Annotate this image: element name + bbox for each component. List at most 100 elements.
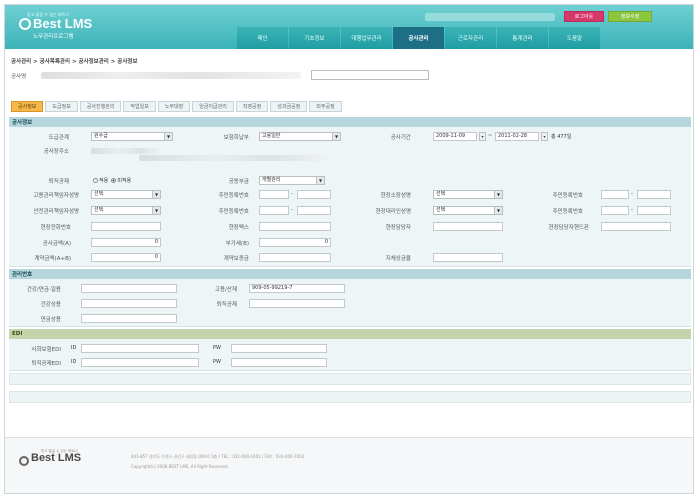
safe-mgr-rrn-front[interactable] xyxy=(259,206,289,215)
safe-mgr-rrn-back[interactable] xyxy=(297,206,331,215)
tab-daily-report[interactable]: 작업일보 xyxy=(123,101,156,112)
footer: 믿고 맡길 수 있는 파트너 Best LMS 441-857 경기도 수원시 … xyxy=(5,437,693,493)
section-header-mgmt: 관리번호 xyxy=(9,269,691,279)
emp-mgr-rrn-label: 주민등록번호 xyxy=(218,193,249,199)
chevron-down-icon: ▼ xyxy=(316,177,324,184)
rrn-sep: - xyxy=(631,207,633,213)
social-edi-id-label: ID xyxy=(71,345,77,351)
contract-kind-select[interactable]: 개별관리 ▼ xyxy=(259,176,325,185)
app-window: 믿고 맡길 수 있는 파트너 Best LMS 노무관리프로그램 로그아웃 정보… xyxy=(4,4,694,494)
emp-mgr-select[interactable]: 선택 ▼ xyxy=(91,190,161,199)
nav-agency[interactable]: 대행업무관리 xyxy=(341,27,392,49)
footer-logo-mark-icon xyxy=(19,456,29,466)
user-info-blurred xyxy=(425,13,555,21)
safe-mgr-label: 안전관리책임자성명 xyxy=(33,209,79,215)
site-chief-rrn-front[interactable] xyxy=(601,190,629,199)
tab-project-info[interactable]: 공사정보 xyxy=(11,101,44,112)
retire-apply-radio[interactable] xyxy=(93,178,98,183)
calendar-icon[interactable]: ▾ xyxy=(479,132,486,141)
nav-basic-info[interactable]: 기초정보 xyxy=(289,27,340,49)
tab-wage-payment[interactable]: 임금지급관리 xyxy=(192,101,234,112)
retire-label: 퇴직공제 xyxy=(48,179,69,185)
chevron-down-icon: ▼ xyxy=(164,133,172,140)
safe-mgr-select[interactable]: 선택 ▼ xyxy=(91,206,161,215)
social-edi-id-input[interactable] xyxy=(81,344,199,353)
nav-project[interactable]: 공사관리 xyxy=(393,27,444,49)
top-header: 믿고 맡길 수 있는 파트너 Best LMS 노무관리프로그램 로그아웃 정보… xyxy=(5,5,693,49)
tab-labor-ledger[interactable]: 노무대장 xyxy=(157,101,191,112)
logout-button[interactable]: 로그아웃 xyxy=(564,11,604,22)
project-name-input[interactable] xyxy=(311,70,429,80)
site-agent-select[interactable]: 선택 ▼ xyxy=(433,206,503,215)
location-detail-blurred xyxy=(139,155,329,161)
project-info-panel: 도급관계 원수급 ▼ 보험회납부 고용일반 ▼ 공사기간 2009-11-09 ▾ … xyxy=(9,127,691,267)
calendar-icon[interactable]: ▾ xyxy=(541,132,548,141)
tab-direct-process[interactable]: 직영공정 xyxy=(235,101,269,112)
exclusion-input[interactable] xyxy=(433,253,503,262)
rrn-sep: - xyxy=(631,191,633,197)
rrn-sep: - xyxy=(291,207,293,213)
vat-b-input[interactable]: 0 xyxy=(259,238,331,247)
site-chief-select[interactable]: 선택 ▼ xyxy=(433,190,503,199)
tab-contract-info[interactable]: 도급정보 xyxy=(45,101,78,112)
logo-mark-icon xyxy=(19,18,31,30)
site-agent-rrn-label: 주민등록번호 xyxy=(552,209,583,215)
site-chief-label: 현장소장성명 xyxy=(380,193,411,199)
social-edi-pw-input[interactable] xyxy=(231,344,327,353)
contract-type-label: 도급관계 xyxy=(48,135,69,141)
site-fax-input[interactable] xyxy=(259,222,331,231)
retire-mgmt-input[interactable] xyxy=(249,299,345,308)
tab-outsource-process[interactable]: 외주공정 xyxy=(309,101,342,112)
tab-bar: 공사정보 도급정보 공사진행관리 작업일보 노무대장 임금지급관리 직영공정 성… xyxy=(11,101,344,112)
health-reg-input[interactable] xyxy=(81,299,177,308)
location-label: 공사장주소 xyxy=(43,149,69,155)
period-start-input[interactable]: 2009-11-09 xyxy=(433,132,477,141)
retire-edi-id-input[interactable] xyxy=(81,358,199,367)
retire-edi-pw-input[interactable] xyxy=(231,358,327,367)
nav-main[interactable]: 메인 xyxy=(237,27,288,49)
chevron-down-icon: ▼ xyxy=(152,207,160,214)
button-bar xyxy=(9,391,691,403)
chevron-down-icon: ▼ xyxy=(494,191,502,198)
contract-bond-input[interactable] xyxy=(259,253,331,262)
contract-bond-label: 계약보증금 xyxy=(223,256,249,262)
period-label: 공사기간 xyxy=(390,135,411,141)
site-chief-rrn-label: 주민등록번호 xyxy=(552,193,583,199)
amount-a-input[interactable]: 0 xyxy=(91,238,161,247)
site-agent-rrn-front[interactable] xyxy=(601,206,629,215)
pension-reg-label: 연금상용 xyxy=(40,317,61,323)
health-input[interactable] xyxy=(81,284,177,293)
tab-progress[interactable]: 공사진행관리 xyxy=(79,101,122,112)
footer-copyright: Copyright(c) 2008 BEST LMS. All Right Re… xyxy=(131,464,229,469)
emp-mgr-rrn-back[interactable] xyxy=(297,190,331,199)
site-phone-input[interactable] xyxy=(91,222,161,231)
site-manager-phone-input[interactable] xyxy=(601,222,671,231)
vat-b-label: 부가세(B) xyxy=(225,241,249,247)
insurance-select[interactable]: 고용일반 ▼ xyxy=(259,132,341,141)
chevron-down-icon: ▼ xyxy=(494,207,502,214)
period-end-input[interactable]: 2011-02-28 xyxy=(495,132,539,141)
site-manager-input[interactable] xyxy=(433,222,503,231)
retire-none-radio[interactable] xyxy=(111,178,117,183)
nav-worker[interactable]: 근로자관리 xyxy=(445,27,496,49)
employ-input[interactable]: 909-05-99219-7 xyxy=(249,284,345,293)
nav-stats[interactable]: 통계관리 xyxy=(497,27,548,49)
pension-reg-input[interactable] xyxy=(81,314,177,323)
health-label: 건강/연금-일용 xyxy=(26,287,61,293)
edit-info-button[interactable]: 정보수정 xyxy=(608,11,652,22)
chevron-down-icon: ▼ xyxy=(152,191,160,198)
location-blurred xyxy=(91,148,161,154)
emp-mgr-rrn-front[interactable] xyxy=(259,190,289,199)
period-total: 총 477일 xyxy=(551,134,572,140)
nav-help[interactable]: 도움말 xyxy=(549,27,600,49)
contract-type-select[interactable]: 원수급 ▼ xyxy=(91,132,173,141)
site-chief-rrn-back[interactable] xyxy=(637,190,671,199)
amount-a-label: 공사금액(A) xyxy=(42,241,71,247)
logo-subtitle: 노무관리프로그램 xyxy=(33,34,74,40)
insurance-label: 보험회납부 xyxy=(223,135,249,141)
site-agent-rrn-back[interactable] xyxy=(637,206,671,215)
logo[interactable]: 믿고 맡길 수 있는 파트너 Best LMS 노무관리프로그램 xyxy=(15,11,105,43)
employ-label: 고용/산재 xyxy=(214,287,237,293)
tab-bonus-process[interactable]: 성과금공정 xyxy=(270,101,308,112)
contract-ab-input[interactable]: 0 xyxy=(91,253,161,262)
